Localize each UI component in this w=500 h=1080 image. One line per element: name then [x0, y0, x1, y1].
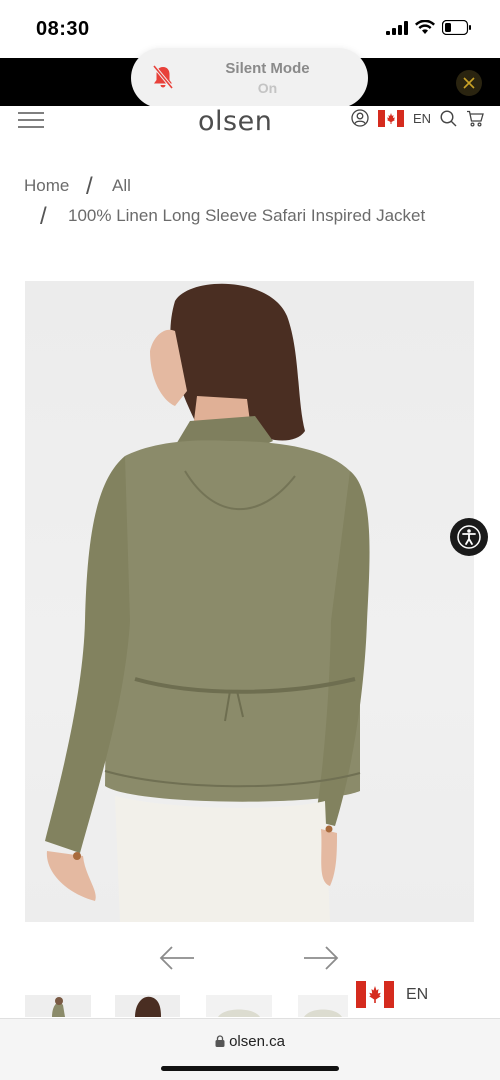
thumbnail[interactable] — [298, 995, 348, 1017]
site-header: olsen EN — [0, 106, 500, 137]
thumbnail-image — [304, 1009, 342, 1017]
language-label[interactable]: EN — [413, 111, 431, 126]
menu-icon[interactable] — [18, 110, 44, 130]
home-indicator[interactable] — [161, 1066, 339, 1071]
breadcrumb-all[interactable]: All — [112, 176, 131, 196]
breadcrumb-home[interactable]: Home — [24, 176, 69, 196]
product-image[interactable] — [25, 281, 474, 922]
breadcrumb-separator: / — [40, 203, 47, 230]
search-icon[interactable] — [440, 109, 457, 127]
close-icon — [463, 77, 475, 89]
battery-icon — [442, 20, 471, 35]
url-display[interactable]: olsen.ca — [0, 1033, 500, 1050]
thumbnail[interactable] — [206, 995, 272, 1017]
floating-language-selector[interactable]: EN — [356, 981, 428, 1008]
breadcrumb-current-product: 100% Linen Long Sleeve Safari Inspired J… — [68, 206, 426, 225]
silent-mode-notification: Silent Mode On — [131, 48, 368, 108]
arrow-right-icon[interactable] — [302, 944, 340, 972]
wifi-icon — [415, 20, 435, 34]
url-text: olsen.ca — [229, 1033, 285, 1050]
canada-flag-icon — [356, 981, 394, 1008]
floating-language-label: EN — [406, 985, 429, 1003]
accessibility-icon — [457, 525, 481, 549]
product-photo — [45, 283, 370, 922]
promo-close-button[interactable] — [456, 70, 482, 96]
status-time: 08:30 — [36, 18, 90, 40]
canada-flag-icon[interactable] — [377, 109, 404, 127]
lock-icon — [215, 1035, 225, 1047]
thumbnail-image — [218, 1009, 260, 1017]
arrow-left-icon[interactable] — [158, 944, 196, 972]
breadcrumb-separator: / — [86, 173, 93, 200]
thumbnail[interactable] — [25, 995, 91, 1017]
header-actions: EN — [351, 109, 484, 127]
account-icon[interactable] — [351, 109, 369, 127]
thumbnail-image — [52, 997, 65, 1017]
status-icons — [386, 20, 472, 35]
silent-mode-title: Silent Mode — [225, 60, 310, 77]
thumbnail[interactable] — [115, 995, 180, 1017]
silent-mode-state: On — [257, 80, 278, 96]
accessibility-button[interactable] — [450, 518, 488, 556]
cart-icon[interactable] — [466, 110, 484, 127]
thumbnail-image — [135, 996, 161, 1017]
brand-logo[interactable]: olsen — [198, 106, 272, 137]
signal-icon — [386, 20, 408, 35]
